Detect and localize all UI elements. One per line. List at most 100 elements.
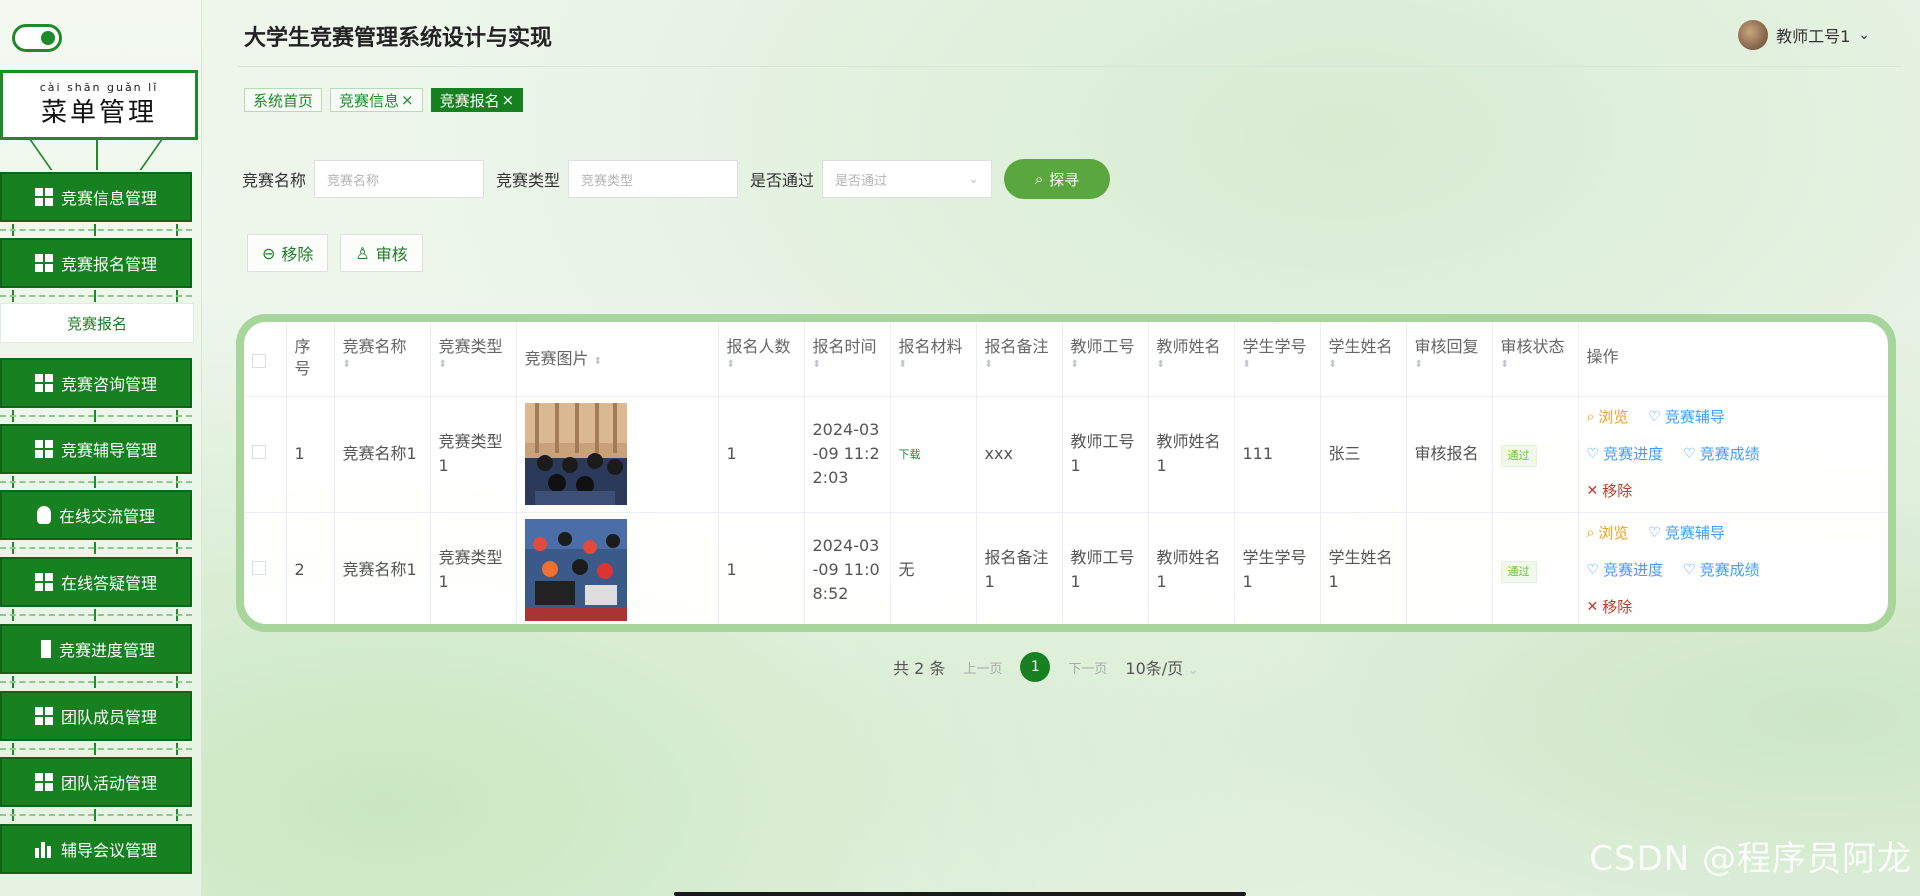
header-status[interactable]: 审核状态 ⬍ (1492, 322, 1579, 396)
sort-icon[interactable]: ⬍ (1157, 358, 1226, 372)
sidebar-item-coaching[interactable]: 竞赛辅导管理 (0, 424, 192, 474)
name-input[interactable]: 竞赛名称 (314, 160, 485, 198)
review-button[interactable]: ♙ 审核 (340, 234, 423, 272)
progress-button[interactable]: ♡ 竞赛进度 (1587, 558, 1664, 582)
sidebar-item-competition-info[interactable]: 竞赛信息管理 (0, 172, 192, 222)
next-page-button[interactable]: 下一页 (1068, 658, 1107, 677)
row-checkbox[interactable] (252, 561, 266, 576)
user-icon: ♙ (355, 243, 370, 263)
header-name[interactable]: 竞赛名称 ⬍ (334, 322, 431, 396)
header-type[interactable]: 竞赛类型 ⬍ (430, 322, 517, 396)
sidebar-item-meetings[interactable]: 辅导会议管理 (0, 824, 192, 874)
sort-icon[interactable]: ⬍ (727, 358, 796, 372)
sidebar-item-label: 竞赛信息管理 (60, 189, 157, 208)
coach-button[interactable]: ♡ 竞赛辅导 (1648, 405, 1725, 429)
sidebar-item-online-qa[interactable]: 在线答疑管理 (0, 557, 192, 607)
cell-teacher-name: 教师姓名1 (1148, 512, 1235, 624)
progress-button[interactable]: ♡ 竞赛进度 (1587, 442, 1664, 466)
header-teacher-no[interactable]: 教师工号 ⬍ (1062, 322, 1149, 396)
header-student-no[interactable]: 学生学号 ⬍ (1234, 322, 1321, 396)
header-label: 报名备注 (984, 337, 1049, 356)
cell-teacher-no: 教师工号1 (1062, 512, 1149, 624)
sort-icon[interactable]: ⬍ (899, 358, 968, 372)
status-badge: 通过 (1500, 560, 1537, 583)
header-reply[interactable]: 审核回复 ⬍ (1406, 322, 1493, 396)
sort-icon[interactable]: ⬍ (985, 358, 1054, 372)
heart-icon: ♡ (1648, 409, 1661, 425)
delete-button[interactable]: ✕ 移除 (1587, 479, 1633, 503)
sidebar-toggle[interactable] (12, 24, 62, 52)
sort-icon[interactable]: ⬍ (1071, 358, 1140, 372)
header-note[interactable]: 报名备注 ⬍ (976, 322, 1063, 396)
view-button[interactable]: ⌕ 浏览 (1587, 521, 1629, 545)
select-all-checkbox[interactable] (252, 354, 266, 368)
horizontal-scrollbar[interactable] (674, 892, 1246, 896)
sort-icon[interactable]: ⬍ (1415, 358, 1484, 372)
sort-icon[interactable]: ⬍ (1329, 358, 1398, 372)
page-1-button[interactable]: 1 (1020, 652, 1051, 682)
search-icon: ⌕ (1034, 170, 1044, 188)
header-material[interactable]: 报名材料 ⬍ (890, 322, 977, 396)
search-button-label: 探寻 (1049, 170, 1080, 189)
tab-registration[interactable]: 竞赛报名 × (430, 88, 524, 112)
close-icon[interactable]: × (401, 91, 414, 109)
sidebar-divider (0, 609, 192, 621)
row-checkbox[interactable] (252, 445, 266, 459)
heart-icon: ♡ (1586, 562, 1600, 579)
remove-button[interactable]: ⊖ 移除 (247, 234, 329, 272)
sidebar-divider (0, 542, 192, 554)
header-image[interactable]: 竞赛图片 ⬍ (516, 322, 719, 396)
pass-select[interactable]: 是否通过 ⌄ (822, 160, 993, 198)
sidebar-item-registration[interactable]: 竞赛报名管理 (0, 238, 192, 288)
coach-label: 竞赛辅导 (1664, 524, 1725, 543)
search-button[interactable]: ⌕ 探寻 (1004, 159, 1111, 199)
sidebar-subitem-registration[interactable]: 竞赛报名 (0, 303, 194, 343)
tab-label: 系统首页 (253, 91, 314, 110)
prev-page-button[interactable]: 上一页 (963, 658, 1002, 677)
sidebar-item-progress[interactable]: 竞赛进度管理 (0, 624, 192, 674)
sort-icon[interactable]: ⬍ (343, 358, 422, 372)
page-size-value: 10条/页 (1125, 659, 1184, 678)
delete-button[interactable]: ✕ 移除 (1587, 595, 1633, 619)
tab-competition-info[interactable]: 竞赛信息 × (330, 88, 423, 112)
header-label: 报名人数 (726, 337, 791, 356)
sidebar-item-team-members[interactable]: 团队成员管理 (0, 691, 192, 741)
header-index: 序号 (286, 322, 335, 396)
search-icon: ⌕ (1586, 409, 1595, 425)
type-input[interactable]: 竞赛类型 (568, 160, 739, 198)
header-teacher-name[interactable]: 教师姓名 ⬍ (1148, 322, 1235, 396)
sidebar-item-online-chat[interactable]: 在线交流管理 (0, 490, 192, 540)
header-student-name[interactable]: 学生姓名 ⬍ (1320, 322, 1407, 396)
status-badge: 通过 (1500, 444, 1537, 467)
sort-icon[interactable]: ⬍ (1501, 358, 1570, 372)
header-label: 序号 (294, 337, 311, 378)
sidebar-item-label: 辅导会议管理 (60, 841, 157, 860)
sort-icon[interactable]: ⬍ (594, 356, 602, 367)
tab-label: 竞赛信息 (339, 91, 400, 110)
tab-home[interactable]: 系统首页 (244, 88, 323, 112)
sidebar: cài shān guǎn lǐ 菜单管理 竞赛信息管理 竞赛报名管理 竞赛报名… (0, 0, 202, 896)
competition-image[interactable] (524, 519, 627, 622)
coach-button[interactable]: ♡ 竞赛辅导 (1648, 521, 1725, 545)
result-button[interactable]: ♡ 竞赛成绩 (1683, 442, 1760, 466)
result-button[interactable]: ♡ 竞赛成绩 (1683, 558, 1760, 582)
search-icon: ⌕ (1586, 525, 1595, 542)
sidebar-item-consultation[interactable]: 竞赛咨询管理 (0, 358, 192, 408)
competition-image[interactable] (524, 403, 627, 505)
sidebar-item-label: 竞赛进度管理 (58, 641, 155, 660)
progress-label: 竞赛进度 (1603, 445, 1664, 463)
sort-icon[interactable]: ⬍ (439, 358, 508, 372)
cell-count: 1 (718, 396, 805, 512)
close-icon[interactable]: × (502, 91, 515, 109)
sort-icon[interactable]: ⬍ (813, 358, 882, 372)
user-menu[interactable]: 教师工号1 ⌄ (1738, 20, 1870, 50)
view-button[interactable]: ⌕ 浏览 (1587, 405, 1629, 429)
download-link[interactable]: 下载 (899, 448, 921, 461)
sort-icon[interactable]: ⬍ (1243, 358, 1312, 372)
header-label: 操作 (1586, 347, 1619, 366)
cell-ops: ⌕ 浏览 ♡ 竞赛辅导 ♡ 竞赛进度 ♡ 竞赛成绩 ✕ 移除 (1578, 512, 1888, 624)
sidebar-item-team-activities[interactable]: 团队活动管理 (0, 757, 192, 807)
page-size-select[interactable]: 10条/页 ⌄ (1125, 655, 1198, 679)
header-count[interactable]: 报名人数 ⬍ (718, 322, 805, 396)
header-time[interactable]: 报名时间 ⬍ (804, 322, 891, 396)
